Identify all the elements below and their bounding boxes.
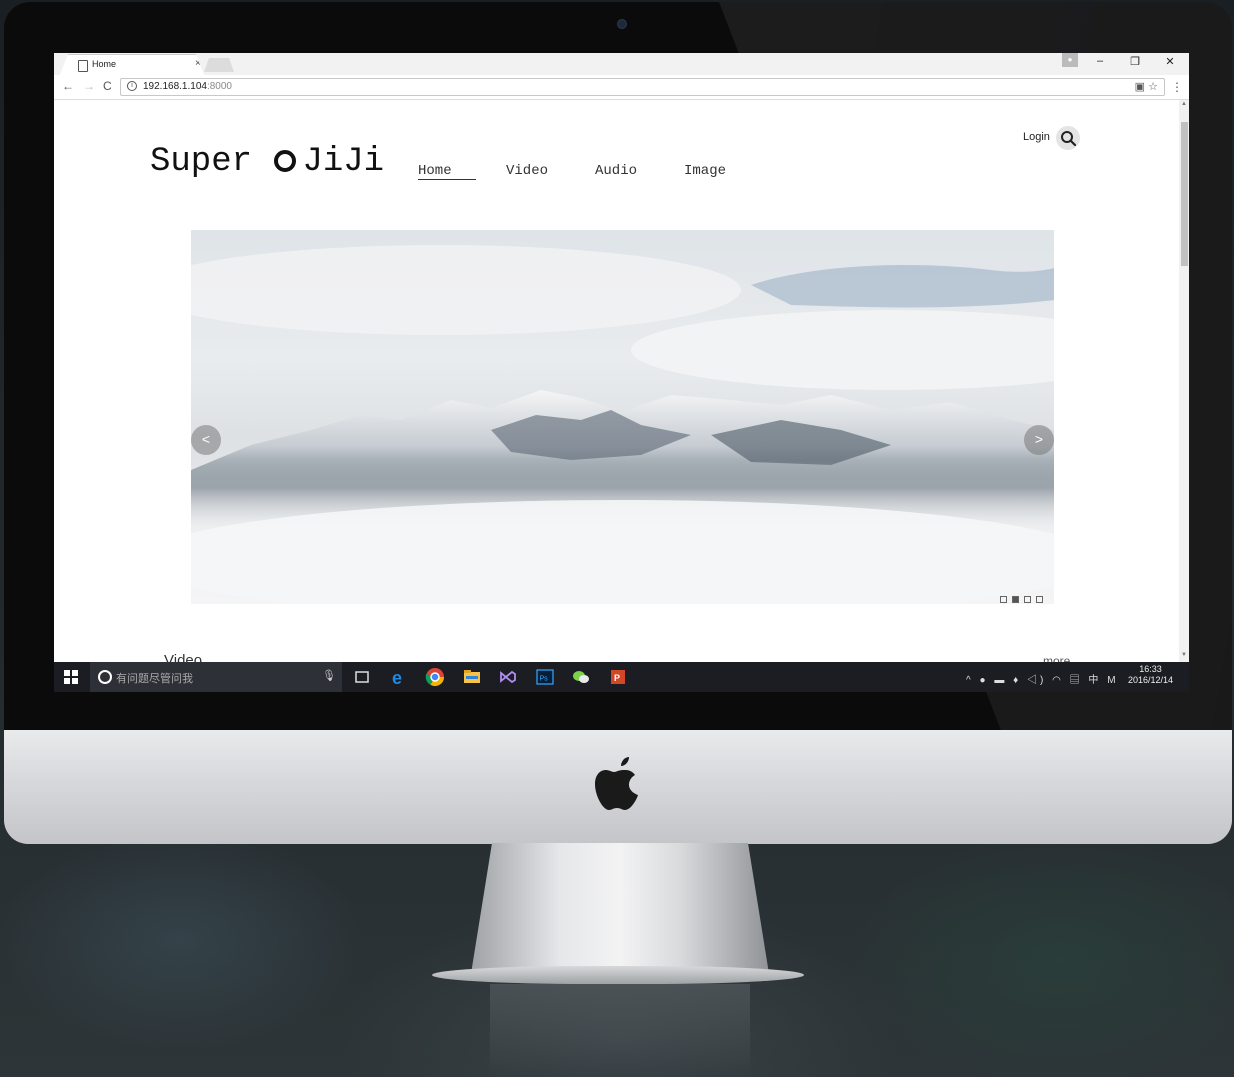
- browser-toolbar: ← → C i 192.168.1.104:8000 ▣ ☆ ⋮: [54, 75, 1189, 100]
- action-center-icon[interactable]: ▤: [1070, 675, 1083, 686]
- battery-icon[interactable]: ▬: [994, 675, 1007, 686]
- nav-image[interactable]: Image: [684, 163, 726, 179]
- monitor-screen: Home × ● – ❐ ✕ ← → C i 192.168.1.104:800…: [54, 53, 1189, 692]
- scroll-up-icon[interactable]: ▲: [1181, 101, 1187, 107]
- logo-ring-icon: [274, 150, 297, 172]
- chrome-icon[interactable]: [425, 667, 445, 687]
- wechat-tray-icon[interactable]: ●: [979, 675, 988, 686]
- profile-icon[interactable]: ●: [1062, 53, 1078, 67]
- login-link[interactable]: Login: [1023, 131, 1050, 143]
- taskbar-search-placeholder: 有问题尽管问我: [116, 673, 193, 685]
- minimize-button[interactable]: –: [1090, 55, 1110, 67]
- powerpoint-icon[interactable]: P: [608, 667, 628, 687]
- clock-date: 2016/12/14: [1128, 675, 1174, 685]
- file-explorer-icon[interactable]: [462, 667, 482, 687]
- site-info-icon[interactable]: i: [127, 81, 137, 91]
- windows-taskbar: 有问题尽管问我 🎙 e Ps P ^ ● ▬ ♦ ◁) ◠ ▤ 中 M 16:3…: [54, 662, 1189, 692]
- taskbar-clock[interactable]: 16:33 2016/12/14: [1128, 664, 1173, 686]
- new-tab-button[interactable]: [204, 58, 234, 72]
- apple-logo-icon: [595, 757, 638, 810]
- monitor-stand-foot: [432, 966, 804, 984]
- photoshop-icon[interactable]: Ps: [535, 667, 555, 687]
- browser-tabstrip: Home × ● – ❐ ✕: [54, 53, 1189, 75]
- svg-text:P: P: [614, 673, 620, 683]
- site-logo[interactable]: Super JiJi: [150, 143, 384, 181]
- search-icon: [1061, 131, 1077, 147]
- ime-language-indicator[interactable]: 中: [1088, 675, 1101, 686]
- translate-icon[interactable]: ▣: [1135, 81, 1145, 93]
- tab-title: Home: [92, 59, 117, 69]
- carousel-prev-button[interactable]: <: [191, 425, 221, 455]
- page-scrollbar[interactable]: ▲ ▼: [1179, 100, 1189, 662]
- carousel-indicators: [995, 590, 1043, 604]
- show-hidden-icons-icon[interactable]: ^: [966, 675, 974, 686]
- tab-close-icon[interactable]: ×: [195, 58, 201, 69]
- wechat-icon[interactable]: [571, 667, 591, 687]
- hero-carousel[interactable]: < >: [191, 230, 1054, 604]
- cortana-icon: [98, 670, 112, 684]
- scroll-thumb[interactable]: [1181, 122, 1188, 266]
- carousel-dot-1[interactable]: [1000, 596, 1007, 603]
- nav-video[interactable]: Video: [506, 163, 548, 179]
- page-icon: [78, 60, 88, 72]
- forward-arrow-icon[interactable]: →: [83, 79, 95, 93]
- section-more-link[interactable]: more: [1043, 654, 1070, 662]
- back-arrow-icon[interactable]: ←: [62, 79, 74, 93]
- url-text: 192.168.1.104:8000: [143, 81, 232, 92]
- carousel-dot-2[interactable]: [1012, 596, 1019, 603]
- carousel-dot-3[interactable]: [1024, 596, 1031, 603]
- edge-icon[interactable]: e: [390, 667, 410, 687]
- windows-start-icon[interactable]: [64, 670, 78, 684]
- scroll-down-icon[interactable]: ▼: [1181, 652, 1187, 658]
- close-window-button[interactable]: ✕: [1160, 55, 1180, 68]
- section-title-video: Video: [164, 652, 203, 662]
- svg-text:e: e: [392, 668, 402, 687]
- wifi-icon[interactable]: ◠: [1052, 675, 1064, 686]
- svg-text:Ps: Ps: [540, 676, 549, 683]
- web-page: Super JiJi Home Video Audio Image Login: [54, 100, 1179, 662]
- reload-icon[interactable]: C: [103, 79, 112, 93]
- system-tray[interactable]: ^ ● ▬ ♦ ◁) ◠ ▤ 中 M: [966, 671, 1119, 686]
- restore-button[interactable]: ❐: [1125, 55, 1145, 68]
- webcam: [617, 19, 627, 29]
- visual-studio-icon[interactable]: [498, 667, 518, 687]
- browser-tab-home[interactable]: Home ×: [60, 54, 204, 75]
- browser-menu-icon[interactable]: ⋮: [1171, 80, 1183, 94]
- app-tray-icon[interactable]: ♦: [1013, 675, 1021, 686]
- snowy-mountains-image: [191, 230, 1054, 604]
- stand-reflection: [490, 984, 750, 1077]
- nav-home[interactable]: Home: [418, 163, 476, 180]
- carousel-next-button[interactable]: >: [1024, 425, 1054, 455]
- volume-icon[interactable]: ◁): [1027, 675, 1046, 686]
- address-bar[interactable]: i 192.168.1.104:8000 ▣ ☆: [120, 78, 1165, 96]
- task-view-icon[interactable]: [352, 667, 372, 687]
- bookmark-star-icon[interactable]: ☆: [1148, 81, 1158, 93]
- ime-mode-icon[interactable]: M: [1107, 675, 1118, 686]
- taskbar-search-box[interactable]: 有问题尽管问我 🎙: [90, 662, 342, 692]
- microphone-icon[interactable]: 🎙: [322, 669, 336, 682]
- search-button[interactable]: [1056, 126, 1080, 150]
- clock-time: 16:33: [1139, 664, 1162, 674]
- carousel-dot-4[interactable]: [1036, 596, 1043, 603]
- monitor-stand: [470, 843, 770, 980]
- nav-audio[interactable]: Audio: [595, 163, 637, 179]
